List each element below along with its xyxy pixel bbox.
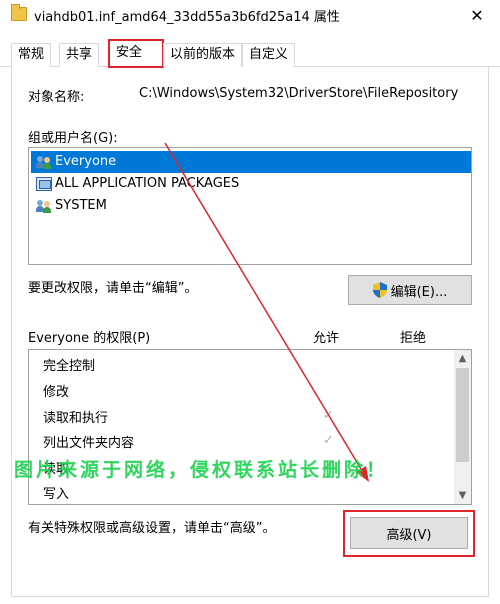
title-bar: viahdb01.inf_amd64_33dd55a3b6fd25a14 属性 …: [0, 0, 500, 30]
advanced-hint: 有关特殊权限或高级设置，请单击“高级”。: [28, 521, 276, 536]
groups-label: 组或用户名(G):: [28, 131, 118, 146]
object-name-label: 对象名称:: [28, 90, 85, 105]
watermark-text: 图片来源于网络，侵权联系站长删除！: [14, 459, 389, 481]
folder-icon: [11, 4, 27, 21]
permission-name: 读取和执行: [43, 411, 109, 426]
permission-name: 写入: [43, 487, 70, 502]
object-name-value: C:\Windows\System32\DriverStore\FileRepo…: [139, 86, 459, 101]
list-item-label: Everyone: [55, 154, 117, 169]
list-item-label: SYSTEM: [55, 198, 107, 213]
list-item-label: ALL APPLICATION PACKAGES: [55, 176, 240, 191]
permission-row: 读取和执行: [43, 406, 108, 431]
change-permissions-hint: 要更改权限，请单击“编辑”。: [28, 281, 198, 296]
permission-row: 完全控制: [43, 354, 95, 379]
scroll-up-icon[interactable]: ▲: [454, 350, 471, 367]
permission-row: 写入: [43, 482, 70, 504]
window-title: viahdb01.inf_amd64_33dd55a3b6fd25a14 属性: [34, 10, 340, 25]
scroll-down-icon[interactable]: ▼: [454, 487, 471, 504]
list-item-everyone[interactable]: Everyone: [31, 151, 471, 173]
edit-button-label: 编辑(E)...: [390, 284, 448, 300]
edit-button[interactable]: 编辑(E)...: [348, 275, 472, 305]
permission-name: 完全控制: [43, 359, 96, 374]
permission-name: 修改: [43, 385, 70, 400]
permission-name: 列出文件夹内容: [43, 436, 135, 451]
deny-header: 拒绝: [400, 331, 427, 346]
permissions-label: Everyone 的权限(P): [28, 331, 151, 346]
users-icon: [36, 199, 52, 213]
allow-header: 允许: [313, 331, 340, 346]
permissions-scrollbar[interactable]: ▲ ▼: [454, 350, 471, 504]
allow-check-icon: ✓: [323, 408, 334, 423]
tab-previous-versions[interactable]: 以前的版本: [163, 43, 243, 67]
users-icon: [36, 155, 52, 169]
app-packages-icon: [36, 177, 52, 191]
allow-check-icon: ✓: [323, 433, 334, 448]
tab-customize[interactable]: 自定义: [242, 43, 296, 67]
scroll-thumb[interactable]: [456, 368, 469, 462]
tab-general[interactable]: 常规: [11, 43, 52, 67]
tab-security[interactable]: 安全: [108, 39, 164, 68]
tab-sharing[interactable]: 共享: [59, 43, 100, 67]
highlight-box: [343, 510, 475, 557]
close-button[interactable]: ✕: [454, 0, 500, 30]
list-item-system[interactable]: SYSTEM: [31, 195, 471, 217]
permission-row: 修改: [43, 380, 69, 405]
permission-row: 列出文件夹内容: [43, 431, 134, 456]
uac-shield-icon: [372, 282, 387, 298]
groups-listbox[interactable]: Everyone ALL APPLICATION PACKAGES SYSTEM: [28, 147, 472, 265]
list-item-all-app-packages[interactable]: ALL APPLICATION PACKAGES: [31, 173, 471, 195]
tab-strip: 常规 共享 安全 以前的版本 自定义: [0, 30, 500, 68]
